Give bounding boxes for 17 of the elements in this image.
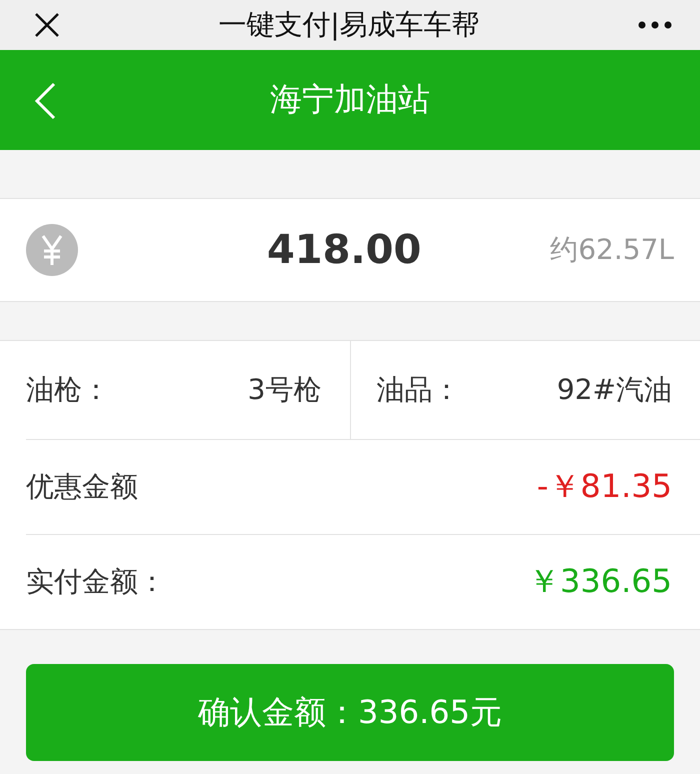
- confirm-button[interactable]: 确认金额：336.65元: [26, 664, 674, 761]
- summary-amount: -￥81.35: [536, 466, 672, 507]
- more-icon[interactable]: [638, 21, 672, 29]
- detail-label: 油品：: [376, 372, 460, 408]
- volume-estimate: 约62.57L: [550, 232, 674, 268]
- summary-label: 实付金额：: [26, 564, 166, 600]
- station-title: 海宁加油站: [270, 79, 430, 120]
- amount-value: 418.00: [266, 227, 422, 273]
- detail-value: 3号枪: [248, 372, 322, 408]
- detail-label: 油枪：: [26, 372, 110, 408]
- page-title: 一键支付|易成车车帮: [218, 7, 480, 43]
- close-icon[interactable]: [34, 12, 60, 38]
- yen-icon: [26, 224, 78, 276]
- back-icon[interactable]: [34, 82, 56, 120]
- summary-label: 优惠金额: [26, 469, 138, 505]
- detail-value: 92#汽油: [556, 372, 672, 408]
- summary-amount: ￥336.65: [528, 561, 672, 602]
